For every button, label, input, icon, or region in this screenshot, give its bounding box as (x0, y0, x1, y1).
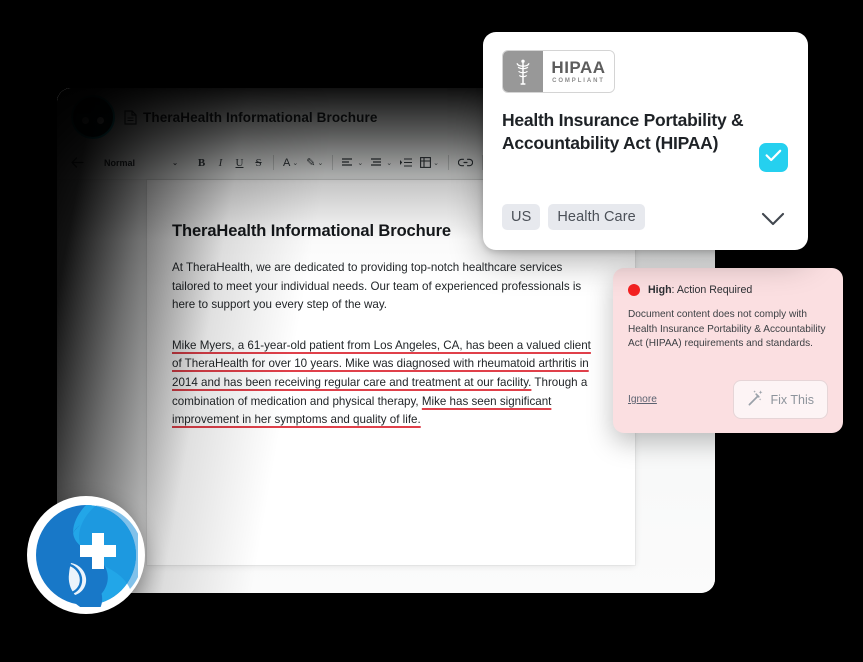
fix-this-button[interactable]: Fix This (733, 380, 828, 419)
toolbar-divider (332, 155, 334, 170)
highlight-color-icon: ✎ (306, 157, 316, 169)
hipaa-compliant-badge: HIPAA COMPLIANT (502, 50, 615, 93)
indent-icon[interactable] (396, 152, 416, 174)
underline-button[interactable]: U (230, 152, 249, 174)
chevron-down-icon: ⌄ (433, 159, 439, 167)
hipaa-card-title: Health Insurance Portability & Accountab… (502, 110, 744, 153)
table-icon[interactable]: ⌄ (416, 152, 443, 174)
bold-button[interactable]: B (192, 152, 211, 174)
toolbar-divider (447, 155, 449, 170)
tag-region[interactable]: US (502, 204, 541, 230)
ignore-link[interactable]: Ignore (628, 394, 657, 405)
app-icon-mouth (86, 125, 100, 130)
chevron-down-icon: ⌄ (386, 159, 393, 167)
screenshot-stage: TheraHealth Informational Brochure Norma… (0, 0, 863, 662)
hipaa-tag-list: US Health Care (502, 204, 645, 230)
therahealth-leaf-cross-logo (36, 505, 138, 607)
list-icon[interactable]: ⌄ (367, 152, 396, 174)
document-paragraph-2: Mike Myers, a 61-year-old patient from L… (172, 337, 599, 430)
compliance-alert-card: High: Action Required Document content d… (613, 268, 843, 433)
hipaa-badge-title: HIPAA (551, 58, 606, 77)
strikethrough-button[interactable]: S (249, 152, 268, 174)
app-icon-hair (77, 99, 109, 114)
chevron-down-icon: ⌄ (357, 159, 364, 167)
paragraph-style-dropdown[interactable]: Normal ⌄ (98, 152, 184, 173)
chevron-down-icon: ⌄ (292, 159, 299, 167)
highlight-color-button[interactable]: ✎ ⌄ (302, 152, 327, 174)
hipaa-badge-subtitle: COMPLIANT (552, 78, 605, 84)
hipaa-regulation-card[interactable]: HIPAA COMPLIANT Health Insurance Portabi… (483, 32, 808, 250)
hipaa-badge-text: HIPAA COMPLIANT (543, 51, 614, 92)
link-icon[interactable] (454, 152, 477, 174)
page-title: TheraHealth Informational Brochure (143, 109, 378, 125)
status-badge: High: Action Required (648, 284, 752, 296)
text-color-icon: A (283, 156, 291, 169)
caduceus-icon (503, 51, 543, 92)
severity-label: High (648, 284, 672, 296)
flagged-text-segment[interactable]: Mike Myers, a 61-year-old patient from L… (172, 339, 591, 389)
severity-dot-icon (628, 284, 640, 296)
tag-industry[interactable]: Health Care (548, 204, 645, 230)
chevron-down-icon: ⌄ (317, 159, 324, 167)
paragraph-style-value: Normal (104, 157, 136, 168)
document-icon (124, 109, 137, 125)
document-title-chip[interactable]: TheraHealth Informational Brochure (124, 110, 377, 125)
alert-body-text: Document content does not comply with He… (628, 309, 826, 350)
chevron-down-icon[interactable] (760, 210, 786, 228)
text-color-button[interactable]: A ⌄ (279, 152, 302, 174)
checkmark-icon (765, 149, 782, 167)
back-arrow-icon[interactable] (67, 152, 88, 174)
toolbar-divider (273, 155, 274, 170)
thera-app-icon[interactable] (71, 95, 115, 139)
chevron-down-icon: ⌄ (172, 159, 178, 167)
hipaa-enabled-checkbox[interactable] (759, 143, 788, 172)
magic-wand-icon (745, 389, 763, 410)
alert-header: High: Action Required (628, 284, 828, 296)
document-paragraph-1: At TheraHealth, we are dedicated to prov… (172, 261, 582, 312)
alert-action-row: Ignore Fix This (628, 380, 828, 419)
severity-suffix: : Action Required (671, 284, 753, 296)
align-left-icon[interactable]: ⌄ (338, 152, 367, 174)
italic-button[interactable]: I (211, 152, 230, 174)
fix-this-label: Fix This (770, 392, 814, 407)
therahealth-brand-logo (27, 496, 145, 614)
